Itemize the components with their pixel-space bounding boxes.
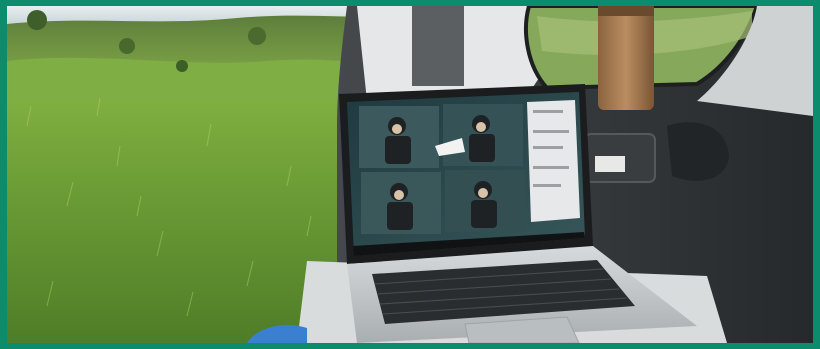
image-frame bbox=[0, 0, 820, 349]
seatbelt-strap bbox=[412, 6, 464, 86]
tissue-item bbox=[595, 156, 625, 172]
screen-side-panel bbox=[527, 100, 580, 222]
tumbler-lid bbox=[598, 6, 654, 16]
photo bbox=[7, 6, 813, 343]
tumbler bbox=[598, 6, 654, 110]
photo-scene bbox=[7, 6, 813, 343]
